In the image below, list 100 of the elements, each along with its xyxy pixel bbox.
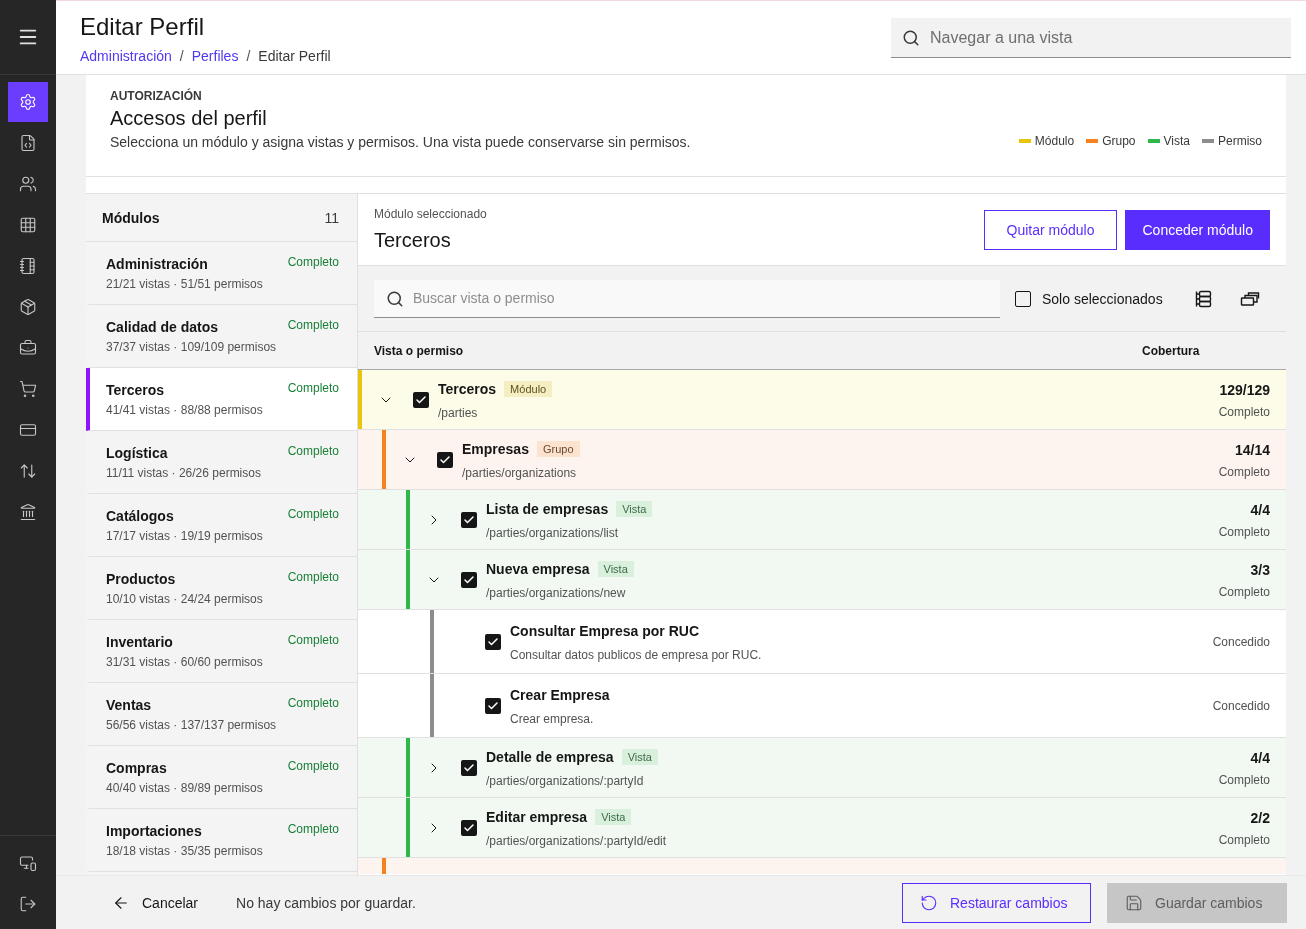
module-name: Compras	[106, 759, 167, 778]
remove-module-button[interactable]: Quitar módulo	[983, 209, 1118, 250]
node-path: /parties/organizations/:partyId	[486, 772, 645, 789]
module-item[interactable]: Terceros Completo 41/41 vistas · 88/88 permisos	[86, 368, 357, 431]
checkmark-icon	[463, 821, 475, 834]
node-type-label: Vista	[621, 748, 658, 765]
module-name: Inventario	[106, 633, 173, 652]
coverage-status: Completo	[1218, 403, 1270, 420]
rotate-arrow-icon	[920, 893, 938, 912]
coverage-status: Concedido	[1212, 697, 1270, 714]
module-summary: 11/11 vistas · 26/26 permisos	[106, 465, 262, 481]
restore-button[interactable]: Restaurar cambios	[902, 882, 1091, 923]
module-summary: 17/17 vistas · 19/19 permisos	[106, 528, 264, 544]
module-count: 11	[324, 208, 339, 228]
node-title: Detalle de empresa	[486, 747, 614, 767]
coverage-status: Concedido	[1212, 633, 1270, 650]
breadcrumb-link[interactable]: Administración	[80, 46, 172, 66]
module-summary: 31/31 vistas · 60/60 permisos	[106, 654, 264, 670]
coverage-count: 2/2	[1250, 808, 1270, 828]
node-path: /parties/organizations/:partyId/edit	[486, 832, 668, 849]
node-type-label: Vista	[597, 560, 634, 577]
list-title: Módulos	[102, 208, 160, 228]
checkmark-icon	[439, 453, 451, 466]
node-path: /parties	[438, 404, 479, 421]
module-summary: 10/10 vistas · 24/24 permisos	[106, 591, 264, 607]
coverage-status: Completo	[1218, 463, 1270, 480]
module-name: Calidad de datos	[106, 318, 219, 337]
status-message: No hay cambios por guardar.	[236, 893, 416, 913]
nav-button[interactable]	[8, 82, 48, 122]
module-name: Catálogos	[106, 507, 174, 526]
search-field[interactable]: Buscar vista o permiso	[374, 279, 1000, 318]
coverage-count: 4/4	[1250, 748, 1270, 768]
section-description: Selecciona un módulo y asigna vistas y permisos. Una vista puede conservarse sin permisos.	[110, 133, 691, 152]
checkmark-icon	[487, 699, 499, 712]
breadcrumb-link[interactable]: Perfiles	[191, 46, 239, 66]
module-name: Terceros	[106, 381, 165, 400]
bank-icon	[19, 503, 37, 521]
tree-view-icon[interactable]	[1193, 288, 1213, 309]
column-header: Vista o permiso	[374, 342, 465, 359]
module-status: Completo	[287, 317, 339, 333]
grant-module-button[interactable]: Conceder módulo	[1125, 209, 1270, 250]
cart-icon	[19, 380, 37, 398]
package-icon	[19, 298, 37, 316]
briefcase-icon	[19, 339, 37, 357]
node-path: /parties/organizations/new	[486, 584, 627, 601]
module-status: Completo	[287, 254, 339, 270]
checkbox[interactable]	[1015, 290, 1031, 307]
search-field[interactable]: Navegar a una vista	[891, 18, 1291, 58]
module-name: Productos	[106, 570, 176, 589]
checkbox[interactable]	[461, 819, 477, 836]
coverage-status: Completo	[1218, 831, 1270, 848]
devices-icon[interactable]	[19, 854, 37, 872]
node-title: Terceros	[438, 379, 497, 399]
checkbox[interactable]	[437, 451, 453, 468]
breadcrumb-current: Editar Perfil	[258, 47, 331, 66]
module-summary: 56/56 vistas · 137/137 permisos	[106, 717, 278, 733]
checkbox[interactable]	[461, 759, 477, 776]
checkmark-icon	[463, 573, 475, 586]
checkbox[interactable]	[461, 511, 477, 528]
node-title: Empresas	[462, 439, 529, 459]
cancel-button[interactable]: Cancelar	[96, 882, 215, 923]
module-summary: 18/18 vistas · 35/35 permisos	[106, 843, 264, 859]
search-icon	[902, 29, 920, 47]
module-summary: 40/40 vistas · 89/89 permisos	[106, 780, 264, 796]
module-summary: 41/41 vistas · 88/88 permisos	[106, 402, 264, 418]
checkmark-icon	[487, 635, 499, 648]
module-name: Ventas	[106, 696, 152, 715]
node-title: Lista de empresas	[486, 499, 609, 519]
node-path: /parties/organizations	[462, 464, 578, 481]
node-type-label: Módulo	[504, 380, 553, 397]
module-status: Completo	[287, 506, 339, 522]
checkbox-label: Solo seleccionados	[1042, 289, 1163, 309]
grid-icon	[19, 216, 37, 234]
checkbox[interactable]	[413, 391, 429, 408]
node-type-label: Vista	[616, 500, 653, 517]
column-header: Cobertura	[1142, 342, 1201, 359]
page-title: Editar Perfil	[80, 12, 206, 42]
node-path: /parties/organizations/list	[486, 524, 620, 541]
module-name: Administración	[106, 255, 208, 274]
module-name: Importaciones	[106, 822, 202, 841]
module-summary: 21/21 vistas · 51/51 permisos	[106, 276, 264, 292]
search-icon	[386, 289, 404, 308]
notebook-icon	[19, 257, 37, 275]
code-file-icon	[19, 134, 37, 152]
checkbox[interactable]	[485, 633, 501, 650]
module-status: Completo	[287, 758, 339, 774]
legend-label: Módulo	[1034, 133, 1075, 149]
checkbox[interactable]	[485, 697, 501, 714]
node-title: Crear Empresa	[510, 685, 610, 705]
breadcrumb-separator: /	[179, 47, 184, 66]
selected-module-label: Módulo seleccionado	[374, 205, 487, 222]
module-summary: 37/37 vistas · 109/109 permisos	[106, 339, 278, 355]
coverage-count: 3/3	[1250, 560, 1270, 580]
module-status: Completo	[287, 380, 339, 396]
legend-label: Grupo	[1102, 133, 1136, 149]
node-type-label: Grupo	[536, 440, 580, 457]
breadcrumb-separator: /	[246, 47, 251, 66]
logout-icon[interactable]	[19, 895, 37, 913]
coverage-status: Completo	[1218, 583, 1270, 600]
checkbox[interactable]	[461, 571, 477, 588]
